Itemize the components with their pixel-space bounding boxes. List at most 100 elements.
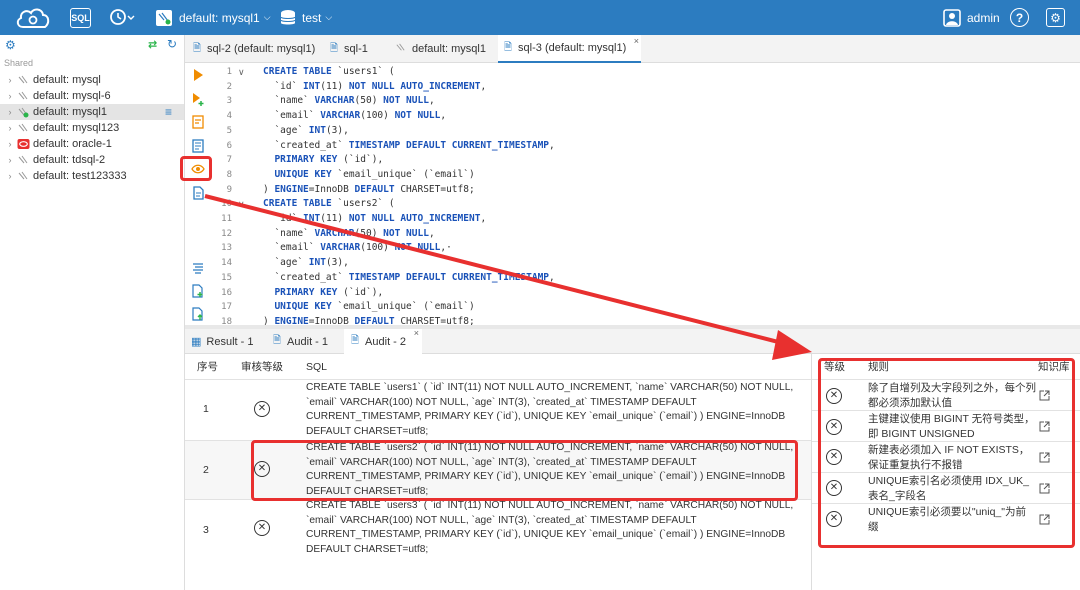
tab-sql-2[interactable]: 🗎 sql-2 (default: mysql1) (193, 35, 323, 63)
explain-icon[interactable] (191, 115, 205, 129)
sql-console-button[interactable]: SQL (70, 0, 91, 35)
settings-button[interactable]: ⚙ (1046, 0, 1065, 35)
connection-label: default: mysql1 (179, 10, 260, 25)
tab-sql-3[interactable]: 🗎 sql-3 (default: mysql1) × (498, 35, 641, 63)
row-number: 1 (203, 403, 209, 415)
chevron-right-icon[interactable]: › (4, 155, 16, 165)
tab-label: sql-2 (default: mysql1) (207, 43, 316, 55)
settings-icon: ⚙ (1046, 8, 1065, 27)
tree-item-mysql[interactable]: › default: mysql (0, 72, 184, 88)
run-icon[interactable] (191, 68, 205, 82)
fold-chevron-icon[interactable]: ∨ (238, 67, 245, 78)
tree-item-label: default: mysql-6 (33, 90, 111, 102)
code-line: `created_at` TIMESTAMP DEFAULT CURRENT_T… (263, 139, 555, 151)
document-icon[interactable] (191, 186, 205, 200)
user-name: admin (967, 10, 1000, 25)
sql-badge: SQL (70, 7, 91, 28)
line-number: 3 (226, 96, 232, 107)
tab-label: sql-3 (default: mysql1) (518, 42, 627, 54)
user-menu[interactable]: admin (943, 0, 1000, 35)
line-number: 4 (226, 111, 232, 122)
gear-icon[interactable]: ⚙ (5, 38, 16, 52)
run-selected-icon[interactable] (191, 92, 205, 106)
code-line: `created_at` TIMESTAMP DEFAULT CURRENT_T… (263, 271, 555, 283)
oracle-icon (16, 138, 30, 150)
code-line: UNIQUE KEY `email_unique` (`email`) (274, 168, 475, 180)
history-dropdown[interactable] (108, 0, 138, 35)
mysql-icon (16, 90, 30, 102)
tab-label: Audit - 2 (365, 335, 407, 348)
line-number-gutter: 1 ∨ 2 3 4 5 6 7 8 9 10 ∨ 11 12 13 14 15 16 17 18 (212, 63, 262, 325)
line-number: 18 (221, 316, 232, 325)
swap-icon[interactable]: ⇄ (148, 38, 157, 51)
database-select[interactable]: test ⌵ (280, 0, 332, 35)
history-icon (110, 8, 135, 25)
menu-icon[interactable]: ≡ (165, 105, 172, 119)
line-number: 8 (226, 169, 232, 180)
tab-result-1[interactable]: ▦ Result - 1 (191, 329, 263, 354)
line-number: 15 (221, 272, 232, 283)
audit-button-highlight (180, 156, 212, 181)
row-number: 2 (203, 464, 209, 476)
tree-item-mysql-6[interactable]: › default: mysql-6 (0, 88, 184, 104)
table-row[interactable]: 3 ✕ CREATE TABLE `users3` ( `id` INT(11)… (185, 499, 811, 563)
help-button[interactable]: ? (1010, 0, 1029, 35)
tree-item-label: default: test123333 (33, 170, 127, 182)
tree-item-label: default: mysql (33, 74, 101, 86)
line-number: 1 (226, 67, 232, 77)
chevron-right-icon[interactable]: › (4, 107, 16, 117)
line-number: 10 (221, 199, 232, 210)
user-icon (943, 8, 961, 27)
tree-item-test123333[interactable]: › default: test123333 (0, 168, 184, 184)
table-icon: ▦ (191, 336, 202, 348)
line-number: 13 (221, 243, 232, 254)
chevron-right-icon[interactable]: › (4, 123, 16, 133)
chevron-right-icon[interactable]: › (4, 91, 16, 101)
connection-select[interactable]: default: mysql1 ⌵ (155, 0, 271, 35)
top-bar: SQL default: mysql1 ⌵ test ⌵ admin ? ⚙ (0, 0, 1080, 35)
sql-cell: CREATE TABLE `users3` ( `id` INT(11) NOT… (306, 500, 794, 556)
fold-chevron-icon[interactable]: ∨ (238, 199, 245, 210)
sql-editor[interactable]: CREATE TABLE `users1` ( `id` INT(11) NOT… (263, 63, 1080, 325)
tab-label: Result - 1 (206, 335, 254, 348)
refresh-icon[interactable]: ↻ (167, 37, 177, 51)
close-icon[interactable]: × (634, 36, 639, 46)
tree-item-tdsql-2[interactable]: › default: tdsql-2 (0, 152, 184, 168)
sidebar-toolbar: ⚙ ⇄ ↻ (0, 35, 184, 55)
code-line: `name` VARCHAR(50) NOT NULL, (263, 227, 435, 239)
tree-item-mysql123[interactable]: › default: mysql123 (0, 120, 184, 136)
upload-file-icon[interactable] (191, 307, 205, 321)
tab-label: sql-1 (344, 43, 368, 55)
error-circle-icon: ✕ (254, 520, 270, 536)
column-header-level[interactable]: 审核等级 (241, 354, 283, 379)
line-number: 7 (226, 155, 232, 166)
line-number: 16 (221, 287, 232, 298)
table-row[interactable]: 1 ✕ CREATE TABLE `users1` ( `id` INT(11)… (185, 379, 811, 440)
row-number: 3 (203, 524, 209, 536)
tab-sql-1[interactable]: 🗎 sql-1 (330, 35, 385, 63)
document-list-icon[interactable] (191, 139, 205, 153)
tab-mysql1[interactable]: default: mysql1 (395, 35, 490, 63)
format-icon[interactable] (191, 261, 205, 275)
cloud-logo-icon[interactable] (14, 0, 52, 35)
connection-sidebar: ⚙ ⇄ ↻ Shared › default: mysql › default:… (0, 35, 185, 590)
line-number: 17 (221, 302, 232, 313)
tab-audit-2[interactable]: 🗎 Audit - 2 × (344, 328, 422, 354)
code-line: `age` INT(3), (263, 257, 349, 269)
tree-item-oracle-1[interactable]: › default: oracle-1 (0, 136, 184, 152)
column-header-sql[interactable]: SQL (306, 354, 327, 379)
code-line: ) ENGINE=InnoDB DEFAULT CHARSET=utf8; (263, 183, 475, 195)
tree-item-label: default: mysql123 (33, 122, 120, 134)
add-file-icon[interactable] (191, 284, 205, 298)
result-tab-bar: ▦ Result - 1 🗎 Audit - 1 🗎 Audit - 2 × (185, 328, 1080, 354)
chevron-right-icon[interactable]: › (4, 75, 16, 85)
code-line: `id` INT(11) NOT NULL AUTO_INCREMENT, (263, 80, 487, 92)
tab-label: Audit - 1 (287, 335, 329, 348)
chevron-right-icon[interactable]: › (4, 171, 16, 181)
tree-item-mysql1[interactable]: › default: mysql1 ≡ (0, 104, 184, 120)
column-header-no[interactable]: 序号 (197, 354, 218, 379)
chevron-right-icon[interactable]: › (4, 139, 16, 149)
database-label: test (302, 10, 322, 25)
close-icon[interactable]: × (414, 328, 419, 338)
tab-audit-1[interactable]: 🗎 Audit - 1 (273, 329, 341, 354)
